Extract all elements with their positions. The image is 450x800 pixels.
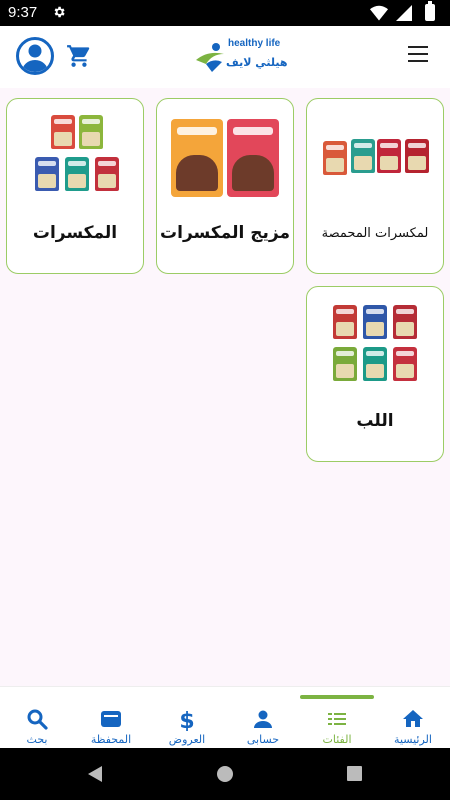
battery-icon bbox=[425, 1, 435, 21]
nav-label: حسابى bbox=[246, 733, 280, 746]
wallet-icon bbox=[101, 711, 121, 727]
bottom-navigation: الرئيسية الفئات حسابى $ العروض المحفظة ب… bbox=[0, 686, 450, 748]
system-navigation-bar bbox=[0, 748, 450, 800]
category-image bbox=[321, 115, 431, 201]
nav-label: المحفظة bbox=[90, 733, 132, 746]
categories-icon bbox=[328, 713, 346, 725]
wifi-icon bbox=[370, 5, 388, 21]
logo-mark-icon bbox=[196, 43, 224, 72]
logo-text-ar: هيلثي لايف bbox=[226, 56, 288, 69]
category-card-seeds[interactable]: اللب bbox=[306, 286, 444, 462]
home-button-icon[interactable] bbox=[216, 765, 234, 783]
app-bar: healthy life هيلثي لايف bbox=[0, 26, 450, 88]
category-card-nuts[interactable]: المكسرات bbox=[6, 98, 144, 274]
category-image bbox=[321, 303, 431, 389]
nav-label: الفئات bbox=[322, 733, 352, 746]
brand-logo: healthy life هيلثي لايف bbox=[194, 38, 288, 76]
search-icon bbox=[27, 709, 48, 730]
active-tab-indicator bbox=[300, 695, 374, 699]
menu-icon[interactable] bbox=[408, 46, 430, 64]
profile-avatar-button[interactable] bbox=[16, 37, 54, 75]
user-icon bbox=[22, 44, 48, 72]
nav-item-home[interactable]: الرئيسية bbox=[378, 707, 448, 747]
nav-label: الرئيسية bbox=[394, 733, 432, 746]
home-icon bbox=[403, 710, 423, 727]
signal-icon bbox=[396, 5, 412, 21]
recents-icon[interactable] bbox=[346, 765, 363, 782]
back-icon[interactable] bbox=[86, 765, 104, 783]
cart-icon[interactable] bbox=[66, 43, 92, 69]
category-title: لمكسرات المحمصة bbox=[321, 226, 429, 241]
svg-text:$: $ bbox=[179, 709, 194, 731]
nav-item-offers[interactable]: $ العروض bbox=[152, 707, 222, 747]
category-image bbox=[171, 115, 281, 201]
category-card-roasted-nuts[interactable]: لمكسرات المحمصة bbox=[306, 98, 444, 274]
nav-item-categories[interactable]: الفئات bbox=[302, 707, 372, 747]
nav-item-search[interactable]: بحث bbox=[2, 707, 72, 747]
gear-icon bbox=[54, 6, 65, 18]
status-time: 9:37 bbox=[8, 4, 38, 21]
dollar-icon: $ bbox=[179, 709, 194, 731]
nav-label: العروض bbox=[168, 733, 206, 746]
category-title: اللب bbox=[356, 411, 394, 431]
category-card-nut-mix[interactable]: مزيج المكسرات bbox=[156, 98, 294, 274]
account-icon bbox=[254, 710, 272, 728]
status-bar: 9:37 bbox=[0, 0, 450, 26]
logo-text-en: healthy life bbox=[228, 38, 281, 49]
nav-label: بحث bbox=[26, 733, 48, 746]
category-image bbox=[21, 115, 131, 201]
category-title: المكسرات bbox=[32, 223, 118, 243]
nav-item-account[interactable]: حسابى bbox=[228, 707, 298, 747]
category-title: مزيج المكسرات bbox=[160, 223, 290, 243]
nav-item-wallet[interactable]: المحفظة bbox=[76, 707, 146, 747]
